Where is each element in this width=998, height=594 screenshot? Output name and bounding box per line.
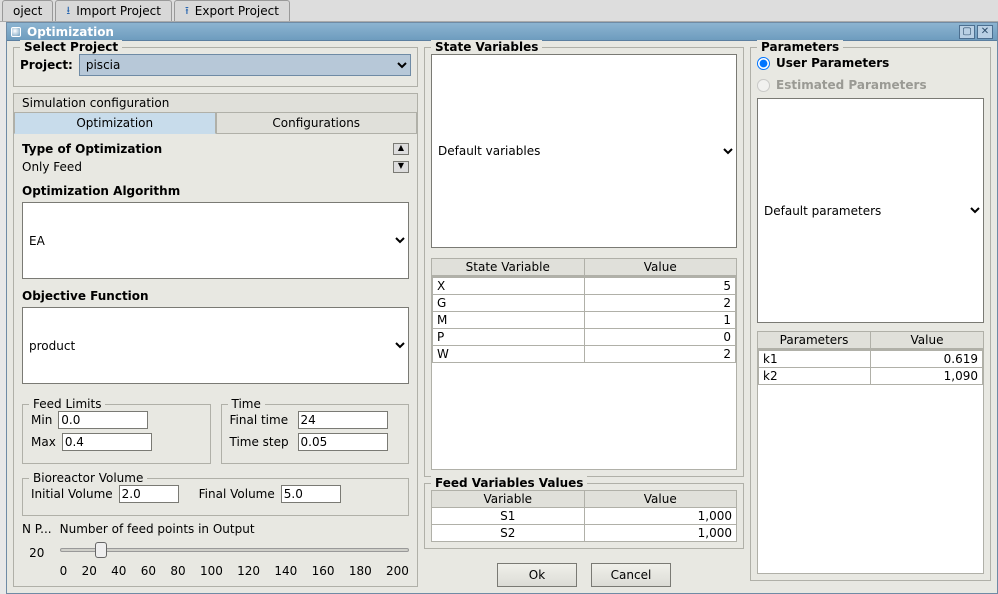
objective-function-select[interactable]: product: [22, 307, 409, 384]
export-icon: ⭱: [185, 2, 189, 21]
state-variables-table[interactable]: X5G2M1P0W2: [432, 277, 736, 363]
simulation-config-tabs: Simulation configuration Optimization Co…: [13, 93, 418, 587]
table-row[interactable]: G2: [433, 295, 736, 312]
radio-estimated-parameters[interactable]: Estimated Parameters: [757, 78, 984, 92]
opt-algorithm-label: Optimization Algorithm: [22, 184, 409, 198]
type-of-optimization-label: Type of Optimization: [22, 142, 162, 156]
table-row[interactable]: S11,000: [432, 508, 737, 525]
window-icon: [11, 27, 21, 37]
select-project-legend: Select Project: [20, 40, 122, 54]
objective-function-label: Objective Function: [22, 289, 409, 303]
table-row[interactable]: k10.619: [759, 351, 983, 368]
table-row[interactable]: X5: [433, 278, 736, 295]
state-variables-select[interactable]: Default variables: [431, 54, 737, 248]
feed-max-input[interactable]: [62, 433, 152, 451]
initial-volume-input[interactable]: [119, 485, 179, 503]
maximize-button[interactable]: ▢: [959, 25, 975, 39]
feed-min-input[interactable]: [58, 411, 148, 429]
tab-configurations[interactable]: Configurations: [216, 113, 418, 134]
feed-limits-group: Feed Limits Min Max: [22, 404, 211, 464]
parameters-select[interactable]: Default parameters: [757, 98, 984, 323]
feed-points-short-label: N P...: [22, 522, 52, 536]
bioreactor-volume-group: Bioreactor Volume Initial Volume Final V…: [22, 478, 409, 516]
table-row[interactable]: W2: [433, 346, 736, 363]
ok-button[interactable]: Ok: [497, 563, 577, 587]
tab-optimization[interactable]: Optimization: [14, 113, 216, 134]
toolbar-tab-export-project[interactable]: ⭱Export Project: [174, 0, 290, 21]
toolbar-tab-import-project[interactable]: ⭳Import Project: [55, 0, 172, 21]
app-toolbar: oject ⭳Import Project ⭱Export Project: [0, 0, 998, 22]
time-step-input[interactable]: [298, 433, 388, 451]
final-time-input[interactable]: [298, 411, 388, 429]
type-of-optimization-value: Only Feed: [22, 160, 82, 174]
toolbar-tab-project-fragment[interactable]: oject: [2, 0, 53, 21]
titlebar[interactable]: Optimization ▢ ✕: [7, 23, 997, 41]
feed-points-long-label: Number of feed points in Output: [60, 522, 255, 536]
final-volume-input[interactable]: [281, 485, 341, 503]
table-row[interactable]: P0: [433, 329, 736, 346]
time-group: Time Final time Time step: [221, 404, 410, 464]
table-row[interactable]: S21,000: [432, 525, 737, 542]
radio-user-parameters[interactable]: User Parameters: [757, 56, 984, 70]
feed-points-value: 20: [29, 546, 44, 560]
table-row[interactable]: M1: [433, 312, 736, 329]
feed-variables-group: Feed Variables Values VariableValue S11,…: [424, 483, 744, 549]
feed-variables-table[interactable]: VariableValue S11,000S21,000: [431, 490, 737, 542]
select-project-group: Select Project Project: piscia: [13, 47, 418, 87]
project-select[interactable]: piscia: [79, 54, 411, 76]
close-button[interactable]: ✕: [977, 25, 993, 39]
window-title: Optimization: [27, 25, 114, 39]
opt-algorithm-select[interactable]: EA: [22, 202, 409, 279]
state-variables-group: State Variables Default variables State …: [424, 47, 744, 477]
type-spin-up[interactable]: ▲: [393, 143, 409, 155]
parameters-table-header: ParametersValue: [757, 331, 984, 349]
slider-ticks: 020406080100120140160180200: [60, 564, 409, 578]
import-icon: ⭳: [66, 2, 70, 21]
optimization-window: Optimization ▢ ✕ Select Project Project:…: [6, 22, 998, 594]
sim-config-label: Simulation configuration: [14, 94, 417, 113]
cancel-button[interactable]: Cancel: [591, 563, 671, 587]
table-row[interactable]: k21,090: [759, 368, 983, 385]
feed-points-slider[interactable]: [60, 540, 409, 562]
state-variables-table-header: State VariableValue: [431, 258, 737, 276]
type-spin-down[interactable]: ▼: [393, 161, 409, 173]
project-label: Project:: [20, 58, 73, 72]
parameters-table[interactable]: k10.619k21,090: [758, 350, 983, 385]
parameters-group: Parameters User Parameters Estimated Par…: [750, 47, 991, 581]
feed-points-slider-group: N P... 20 Number of feed points in Outpu…: [22, 522, 409, 578]
